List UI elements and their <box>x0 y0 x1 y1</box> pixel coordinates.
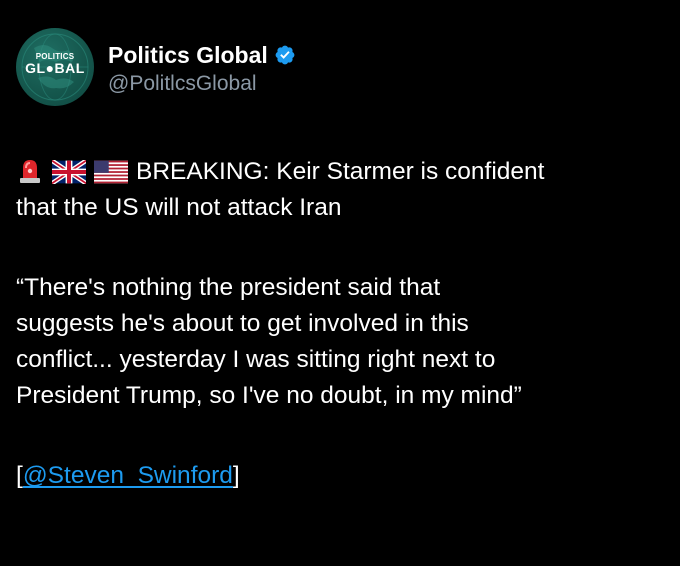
tweet-text: BREAKING: Keir Starmer is confident that… <box>16 154 666 494</box>
tweet-header: POLITICS GL●BAL Politics Global @Politlc… <box>16 28 296 106</box>
display-name[interactable]: Politics Global <box>108 42 268 69</box>
mention-link[interactable]: @Steven_Swinford <box>23 462 233 489</box>
quote-line-1: “There's nothing the president said that <box>16 274 441 301</box>
tweet-line-2: that the US will not attack Iran <box>16 194 342 221</box>
quote-line-4: President Trump, so I've no doubt, in my… <box>16 382 522 409</box>
tweet-line-1: BREAKING: Keir Starmer is confident <box>16 154 666 190</box>
quote-line-2: suggests he's about to get involved in t… <box>16 310 469 337</box>
us-flag-icon <box>94 160 128 184</box>
tweet-text-line-1: BREAKING: Keir Starmer is confident <box>136 158 545 185</box>
rotating-light-icon <box>20 160 40 183</box>
avatar-logo-big: GL●BAL <box>25 60 85 76</box>
tweet: POLITICS GL●BAL Politics Global @Politlc… <box>0 0 680 566</box>
uk-flag-icon <box>52 160 86 184</box>
credit-close-bracket: ] <box>232 462 240 489</box>
verified-badge-icon[interactable] <box>274 44 296 66</box>
account-names: Politics Global @PolitlcsGlobal <box>108 38 296 96</box>
name-row: Politics Global <box>108 38 296 72</box>
handle[interactable]: @PolitlcsGlobal <box>108 72 296 96</box>
credit-open-bracket: [ <box>16 462 23 489</box>
avatar[interactable]: POLITICS GL●BAL <box>16 28 94 106</box>
credit-line: [@Steven_Swinford] <box>16 458 666 494</box>
quote-line-3: conflict... yesterday I was sitting righ… <box>16 346 496 373</box>
